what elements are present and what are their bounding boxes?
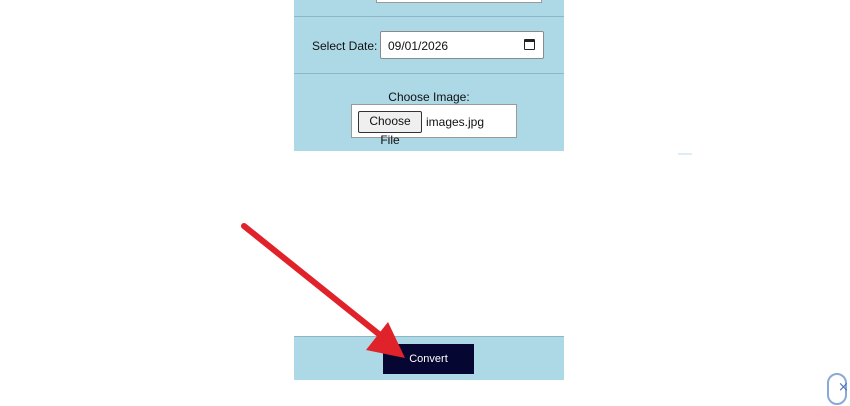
calendar-icon[interactable] xyxy=(524,39,535,50)
date-row: Select Date: 09/01/2026 xyxy=(294,17,564,74)
form-panel: Select Date: 09/01/2026 Choose Image: Ch… xyxy=(294,0,564,151)
image-row: Choose Image: Choose File images.jpg xyxy=(294,74,564,151)
image-label: Choose Image: xyxy=(388,90,470,104)
date-label: Select Date: xyxy=(312,39,378,53)
date-value: 09/01/2026 xyxy=(388,39,449,53)
close-icon[interactable]: × xyxy=(838,380,849,395)
convert-button[interactable]: Convert xyxy=(383,344,474,374)
date-input[interactable]: 09/01/2026 xyxy=(380,31,544,59)
choose-file-button[interactable]: Choose File xyxy=(358,111,422,147)
file-name: images.jpg xyxy=(426,115,485,129)
form-row-previous xyxy=(294,0,564,17)
faint-mark xyxy=(678,153,692,155)
action-panel: Convert xyxy=(294,336,564,380)
previous-input[interactable] xyxy=(376,0,542,3)
corner-widget[interactable]: × xyxy=(827,373,849,405)
file-input[interactable]: Choose File images.jpg xyxy=(351,104,517,147)
arrow-shaft xyxy=(241,223,383,338)
